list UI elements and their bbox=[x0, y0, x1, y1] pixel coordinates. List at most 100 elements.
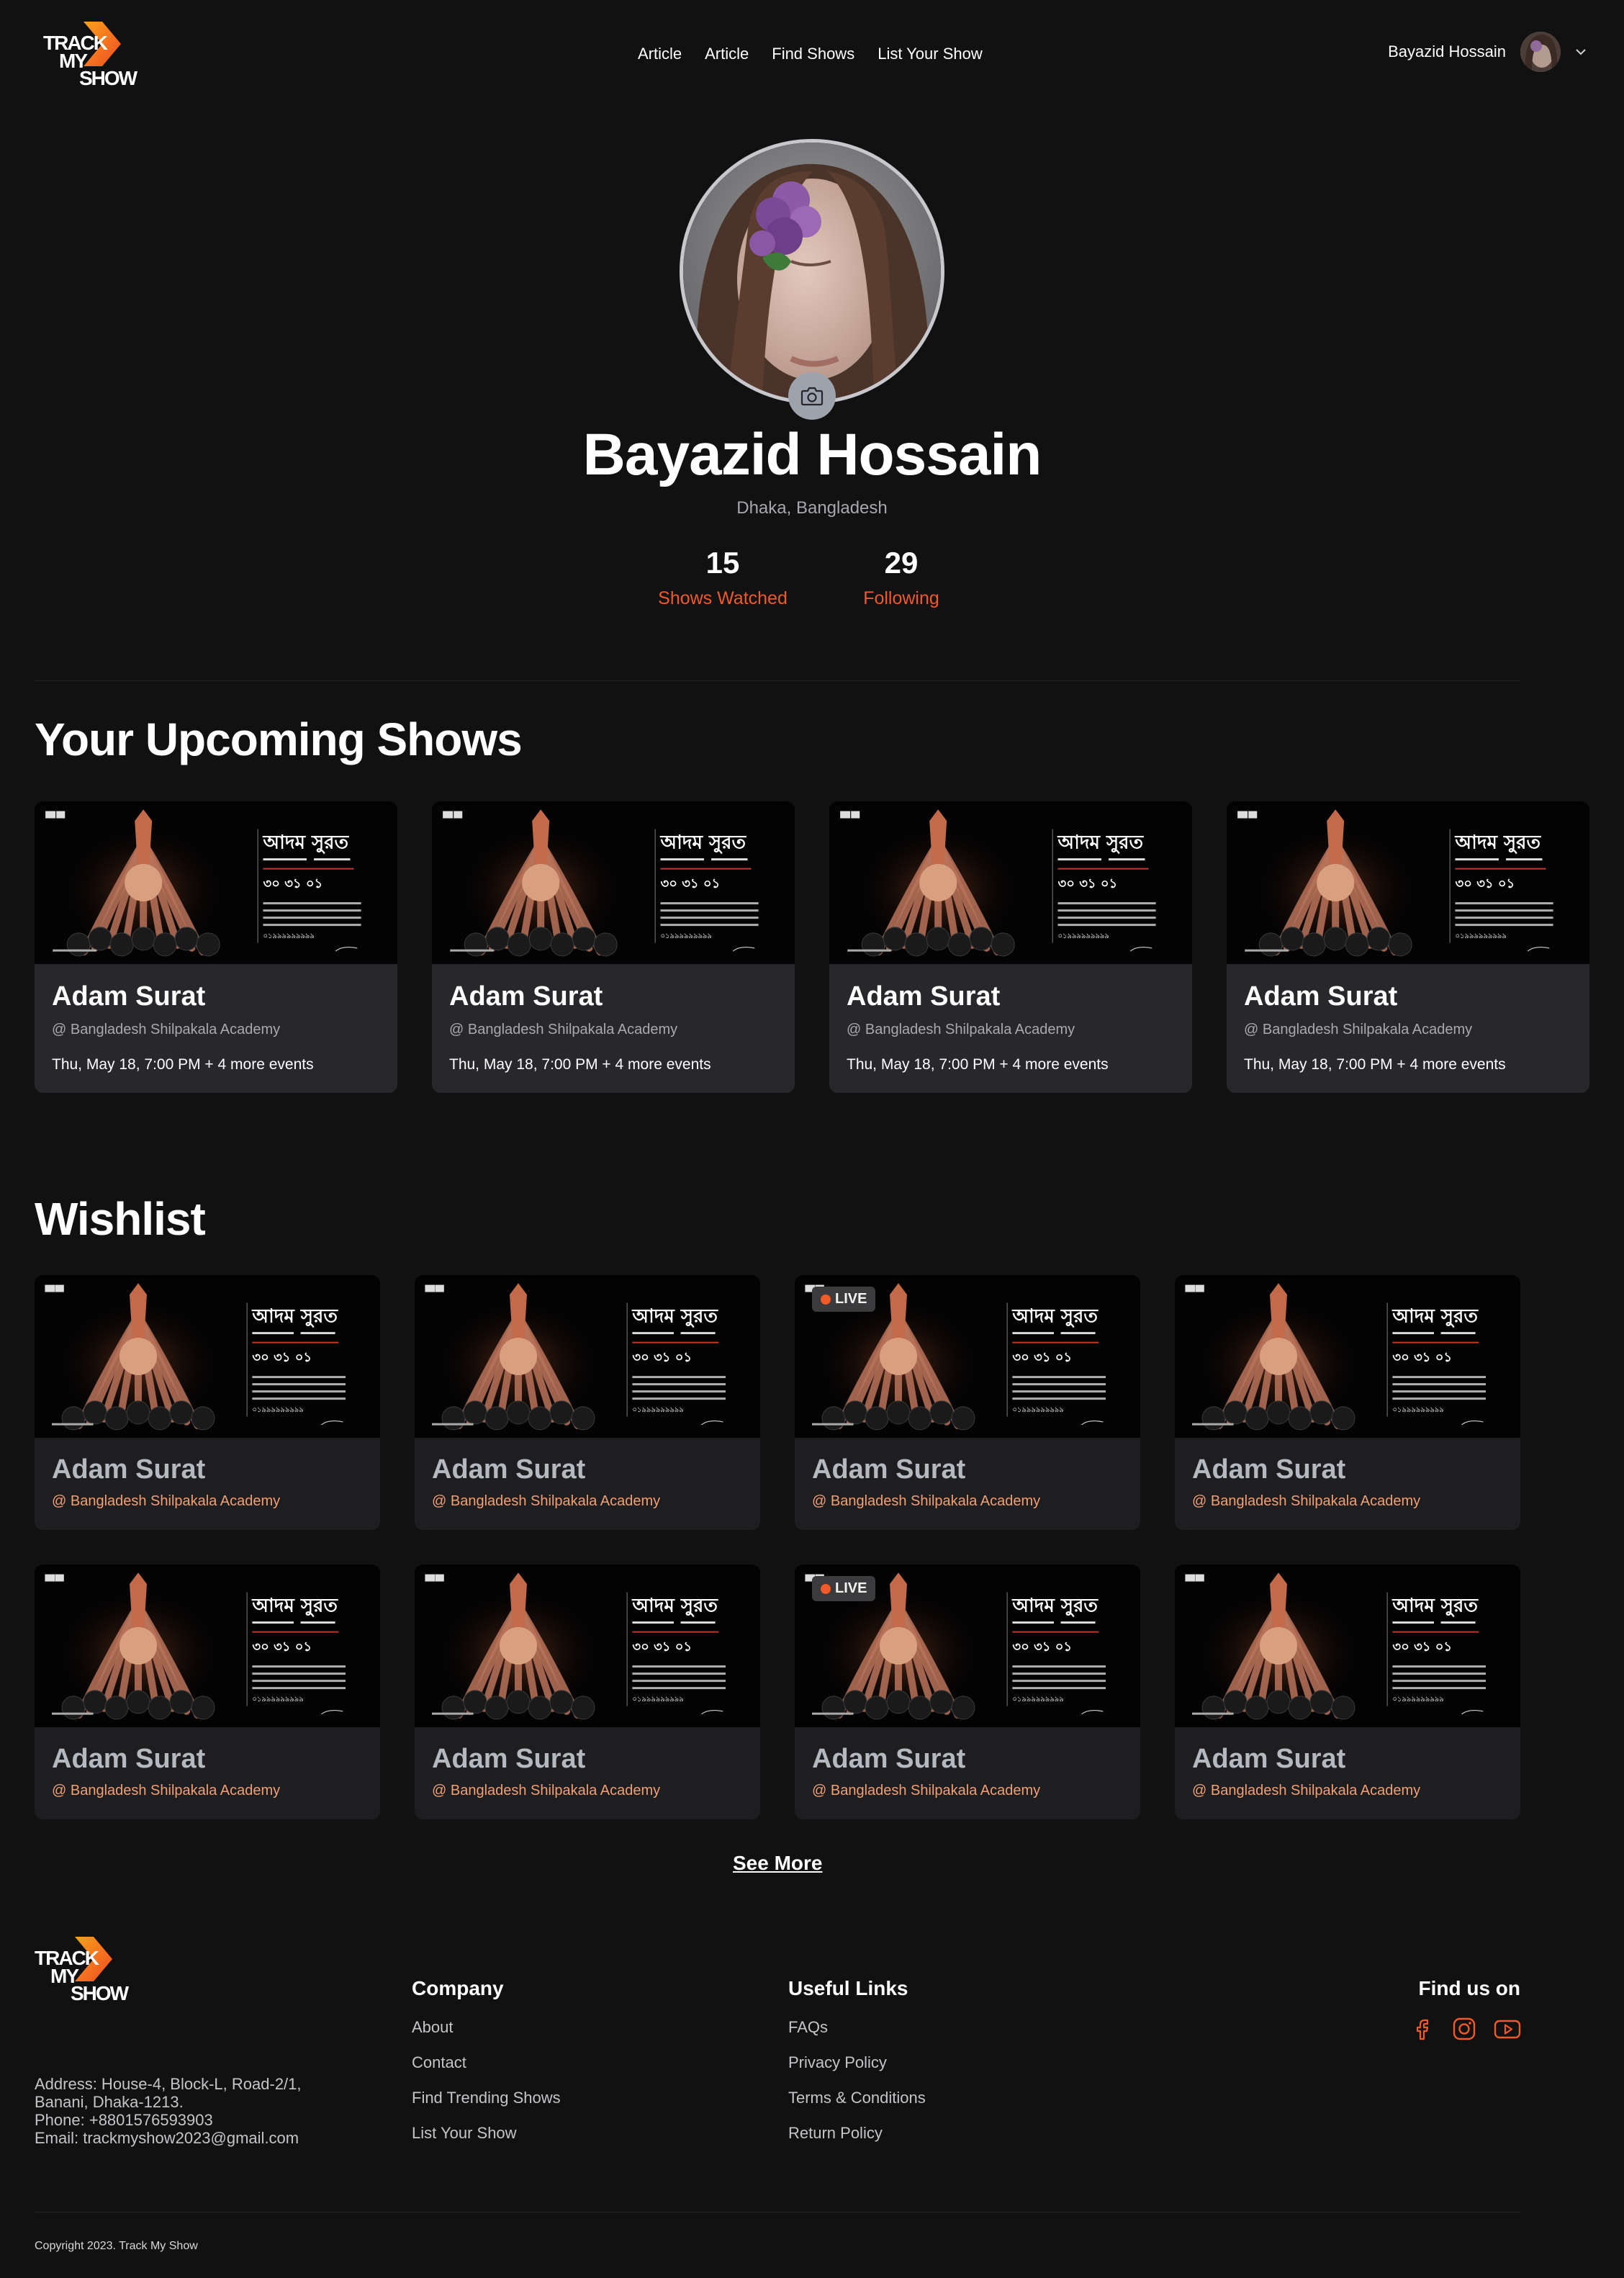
footer-logo-line-3: SHOW bbox=[71, 1982, 129, 2005]
header-avatar[interactable] bbox=[1520, 32, 1561, 72]
svg-text:৩০ ৩১ ০১: ৩০ ৩১ ০১ bbox=[661, 876, 721, 891]
show-title: Adam Surat bbox=[52, 1454, 206, 1485]
footer-address: Address: House-4, Block-L, Road-2/1, Ban… bbox=[35, 2075, 302, 2147]
stat-shows-watched-label[interactable]: Shows Watched bbox=[636, 588, 809, 609]
upcoming-show-card[interactable]: আদম সুরত ৩০ ৩১ ০১ ০১৯৯৯৯৯৯৯৯৯ Adam Surat… bbox=[829, 801, 1192, 1093]
upcoming-show-card[interactable]: আদম সুরত ৩০ ৩১ ০১ ০১৯৯৯৯৯৯৯৯৯ Adam Surat… bbox=[35, 801, 397, 1093]
show-poster: আদম সুরত ৩০ ৩১ ০১ ০১৯৯৯৯৯৯৯৯৯ bbox=[415, 1275, 760, 1438]
show-venue: @ Bangladesh Shilpakala Academy bbox=[1244, 1022, 1473, 1037]
wishlist-card[interactable]: আদম সুরত ৩০ ৩১ ০১ ০১৯৯৯৯৯৯৯৯৯ Adam Surat… bbox=[1175, 1565, 1520, 1819]
stat-following-label[interactable]: Following bbox=[829, 588, 973, 609]
svg-text:৩০ ৩১ ০১: ৩০ ৩১ ০১ bbox=[632, 1350, 692, 1365]
logo-text: TRACK MY SHOW bbox=[43, 32, 137, 89]
profile-name: Bayazid Hossain bbox=[582, 422, 1042, 487]
upcoming-show-card[interactable]: আদম সুরত ৩০ ৩১ ০১ ০১৯৯৯৯৯৯৯৯৯ Adam Surat… bbox=[1227, 801, 1589, 1093]
user-menu[interactable]: Bayazid Hossain bbox=[1388, 32, 1587, 72]
footer-useful-title: Useful Links bbox=[788, 1977, 908, 1999]
footer-link-list-your-show[interactable]: List Your Show bbox=[412, 2124, 517, 2143]
camera-icon bbox=[800, 387, 824, 406]
wishlist-title: Wishlist bbox=[35, 1193, 206, 1245]
footer-link-contact[interactable]: Contact bbox=[412, 2053, 466, 2072]
wishlist-card[interactable]: আদম সুরত ৩০ ৩১ ০১ ০১৯৯৯৯৯৯৯৯৯ Adam Surat… bbox=[35, 1565, 380, 1819]
poster-artwork: আদম সুরত ৩০ ৩১ ০১ ০১৯৯৯৯৯৯৯৯৯ bbox=[432, 801, 795, 964]
svg-text:৩০ ৩১ ০১: ৩০ ৩১ ০১ bbox=[632, 1639, 692, 1655]
show-title: Adam Surat bbox=[432, 1744, 586, 1774]
show-title: Adam Surat bbox=[847, 981, 1001, 1012]
svg-text:০১৯৯৯৯৯৯৯৯৯: ০১৯৯৯৯৯৯৯৯৯ bbox=[632, 1696, 683, 1703]
main-nav: Article Article Find Shows List Your Sho… bbox=[638, 45, 983, 63]
youtube-icon[interactable] bbox=[1493, 2016, 1522, 2042]
show-title: Adam Surat bbox=[432, 1454, 586, 1485]
show-venue: @ Bangladesh Shilpakala Academy bbox=[812, 1493, 1041, 1509]
nav-article-2[interactable]: Article bbox=[705, 45, 749, 63]
show-poster: আদম সুরত ৩০ ৩১ ০১ ০১৯৯৯৯৯৯৯৯৯ bbox=[35, 1275, 380, 1438]
svg-text:আদম সুরত: আদম সুরত bbox=[251, 1595, 338, 1618]
show-title: Adam Surat bbox=[52, 981, 206, 1012]
show-venue: @ Bangladesh Shilpakala Academy bbox=[52, 1493, 281, 1509]
header-logo[interactable]: TRACK MY SHOW bbox=[43, 22, 137, 89]
header-user-name: Bayazid Hossain bbox=[1388, 42, 1506, 60]
address-line-2: Banani, Dhaka-1213. bbox=[35, 2093, 184, 2111]
profile-location: Dhaka, Bangladesh bbox=[736, 498, 888, 518]
live-label: LIVE bbox=[835, 1291, 867, 1307]
email-line: Email: trackmyshow2023@gmail.com bbox=[35, 2129, 299, 2147]
upcoming-show-card[interactable]: আদম সুরত ৩০ ৩১ ০১ ০১৯৯৯৯৯৯৯৯৯ Adam Surat… bbox=[432, 801, 795, 1093]
show-poster: আদম সুরত ৩০ ৩১ ০১ ০১৯৯৯৯৯৯৯৯৯ bbox=[35, 1565, 380, 1727]
change-photo-button[interactable] bbox=[788, 372, 836, 420]
live-label: LIVE bbox=[835, 1580, 867, 1596]
address-line-1: Address: House-4, Block-L, Road-2/1, bbox=[35, 2075, 302, 2093]
facebook-icon[interactable] bbox=[1409, 2016, 1435, 2042]
svg-text:৩০ ৩১ ০১: ৩০ ৩১ ০১ bbox=[252, 1639, 312, 1655]
chevron-down-icon[interactable] bbox=[1575, 48, 1587, 55]
show-title: Adam Surat bbox=[812, 1744, 966, 1774]
nav-find-shows[interactable]: Find Shows bbox=[772, 45, 854, 63]
svg-text:আদম সুরত: আদম সুরত bbox=[1011, 1306, 1099, 1328]
live-badge: LIVE bbox=[812, 1287, 876, 1312]
show-date: Thu, May 18, 7:00 PM + 4 more events bbox=[449, 1056, 711, 1073]
live-badge: LIVE bbox=[812, 1576, 876, 1601]
svg-text:আদম সুরত: আদম সুরত bbox=[631, 1306, 718, 1328]
see-more-link[interactable]: See More bbox=[733, 1852, 823, 1875]
profile-portrait-image bbox=[683, 143, 941, 400]
instagram-icon[interactable] bbox=[1451, 2016, 1477, 2042]
poster-artwork: আদম সুরত ৩০ ৩১ ০১ ০১৯৯৯৯৯৯৯৯৯ bbox=[35, 1275, 380, 1438]
wishlist-card[interactable]: আদম সুরত ৩০ ৩১ ০১ ০১৯৯৯৯৯৯৯৯৯ LIVE Adam … bbox=[795, 1565, 1140, 1819]
footer-link-return-policy[interactable]: Return Policy bbox=[788, 2124, 883, 2143]
footer-logo[interactable]: TRACK MY SHOW bbox=[35, 1937, 129, 2004]
stat-shows-watched-value: 15 bbox=[705, 546, 740, 580]
footer-link-terms[interactable]: Terms & Conditions bbox=[788, 2089, 926, 2107]
svg-text:০১৯৯৯৯৯৯৯৯৯: ০১৯৯৯৯৯৯৯৯৯ bbox=[1456, 932, 1507, 940]
wishlist-card[interactable]: আদম সুরত ৩০ ৩১ ০১ ০১৯৯৯৯৯৯৯৯৯ Adam Surat… bbox=[415, 1565, 760, 1819]
show-poster: আদম সুরত ৩০ ৩১ ০১ ০১৯৯৯৯৯৯৯৯৯ bbox=[829, 801, 1192, 964]
svg-text:০১৯৯৯৯৯৯৯৯৯: ০১৯৯৯৯৯৯৯৯৯ bbox=[632, 1406, 683, 1414]
poster-artwork: আদম সুরত ৩০ ৩১ ০১ ০১৯৯৯৯৯৯৯৯৯ bbox=[1175, 1565, 1520, 1727]
show-venue: @ Bangladesh Shilpakala Academy bbox=[52, 1022, 281, 1037]
wishlist-card[interactable]: আদম সুরত ৩০ ৩১ ০১ ০১৯৯৯৯৯৯৯৯৯ Adam Surat… bbox=[35, 1275, 380, 1530]
poster-artwork: আদম সুরত ৩০ ৩১ ০১ ০১৯৯৯৯৯৯৯৯৯ bbox=[1175, 1275, 1520, 1438]
footer-company-title: Company bbox=[412, 1977, 504, 1999]
footer-link-about[interactable]: About bbox=[412, 2018, 454, 2037]
svg-text:০১৯৯৯৯৯৯৯৯৯: ০১৯৯৯৯৯৯৯৯৯ bbox=[252, 1406, 303, 1414]
wishlist-card[interactable]: আদম সুরত ৩০ ৩১ ০১ ০১৯৯৯৯৯৯৯৯৯ Adam Surat… bbox=[415, 1275, 760, 1530]
svg-text:০১৯৯৯৯৯৯৯৯৯: ০১৯৯৯৯৯৯৯৯৯ bbox=[263, 932, 315, 940]
show-date: Thu, May 18, 7:00 PM + 4 more events bbox=[847, 1056, 1109, 1073]
nav-article-1[interactable]: Article bbox=[638, 45, 682, 63]
footer-link-find-trending-shows[interactable]: Find Trending Shows bbox=[412, 2089, 561, 2107]
footer-link-privacy-policy[interactable]: Privacy Policy bbox=[788, 2053, 887, 2072]
svg-text:আদম সুরত: আদম সুরত bbox=[631, 1595, 718, 1618]
nav-list-your-show[interactable]: List Your Show bbox=[878, 45, 983, 63]
show-poster: আদম সুরত ৩০ ৩১ ০১ ০১৯৯৯৯৯৯৯৯৯ bbox=[1227, 801, 1589, 964]
show-venue: @ Bangladesh Shilpakala Academy bbox=[52, 1783, 281, 1798]
show-title: Adam Surat bbox=[1244, 981, 1398, 1012]
wishlist-card[interactable]: আদম সুরত ৩০ ৩১ ০১ ০১৯৯৯৯৯৯৯৯৯ LIVE Adam … bbox=[795, 1275, 1140, 1530]
live-dot-icon bbox=[821, 1294, 831, 1305]
wishlist-card[interactable]: আদম সুরত ৩০ ৩১ ০১ ০১৯৯৯৯৯৯৯৯৯ Adam Surat… bbox=[1175, 1275, 1520, 1530]
show-poster: আদম সুরত ৩০ ৩১ ০১ ০১৯৯৯৯৯৯৯৯৯ bbox=[35, 801, 397, 964]
footer-link-faqs[interactable]: FAQs bbox=[788, 2018, 828, 2037]
avatar-photo-icon bbox=[1520, 32, 1561, 72]
show-poster: আদম সুরত ৩০ ৩১ ০১ ০১৯৯৯৯৯৯৯৯৯ bbox=[432, 801, 795, 964]
show-venue: @ Bangladesh Shilpakala Academy bbox=[1192, 1493, 1421, 1509]
svg-text:৩০ ৩১ ০১: ৩০ ৩১ ০১ bbox=[1392, 1350, 1452, 1365]
logo-line-1: TRACK bbox=[43, 32, 108, 54]
show-venue: @ Bangladesh Shilpakala Academy bbox=[812, 1783, 1041, 1798]
